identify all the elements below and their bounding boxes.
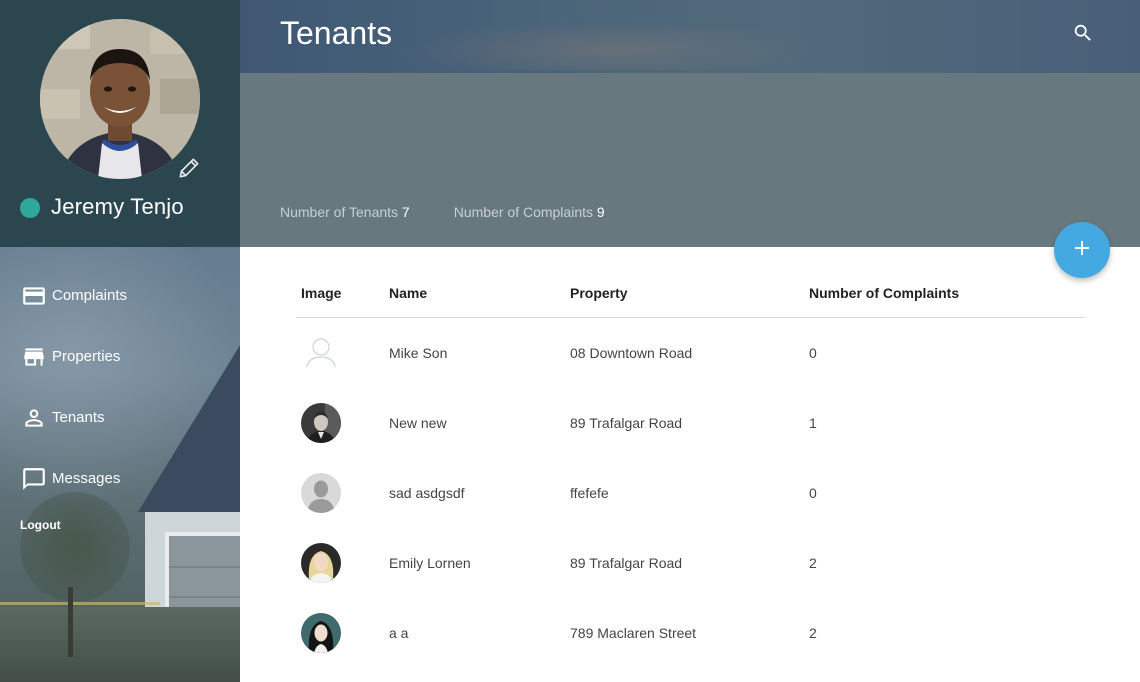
tenant-avatar-placeholder bbox=[301, 473, 341, 513]
top-bar: Tenants bbox=[240, 0, 1140, 73]
sidebar-item-tenants[interactable]: Tenants bbox=[0, 397, 240, 437]
stat-label: Number of Tenants bbox=[280, 204, 399, 220]
sidebar-item-complaints[interactable]: Complaints bbox=[0, 275, 240, 315]
search-icon[interactable] bbox=[1072, 22, 1094, 44]
logout-link[interactable]: Logout bbox=[20, 518, 61, 532]
column-header-complaints[interactable]: Number of Complaints bbox=[809, 285, 959, 301]
column-header-name[interactable]: Name bbox=[389, 285, 427, 301]
tenant-name: New new bbox=[389, 415, 447, 431]
edit-pencil-icon[interactable] bbox=[176, 155, 202, 181]
table-header: Image Name Property Number of Complaints bbox=[296, 276, 1085, 318]
sidebar-item-properties[interactable]: Properties bbox=[0, 336, 240, 376]
credit-card-icon bbox=[21, 283, 47, 309]
tenant-property: ffefefe bbox=[570, 485, 609, 501]
column-header-image[interactable]: Image bbox=[301, 285, 341, 301]
profile-panel: Jeremy Tenjo bbox=[0, 0, 240, 247]
sidebar-item-label: Complaints bbox=[52, 287, 128, 304]
stat-value: 7 bbox=[401, 204, 410, 220]
tenant-avatar-placeholder bbox=[301, 333, 341, 373]
tenant-property: 789 Maclaren Street bbox=[570, 625, 697, 641]
tenant-avatar bbox=[301, 613, 341, 653]
tenant-complaints: 0 bbox=[809, 485, 817, 501]
stat-label: Number of Complaints bbox=[453, 204, 593, 220]
column-header-property[interactable]: Property bbox=[570, 285, 628, 301]
sidebar-item-messages[interactable]: Messages bbox=[0, 458, 240, 498]
table-row[interactable]: sad asdgsdf ffefefe 0 bbox=[296, 458, 1085, 528]
message-icon bbox=[21, 466, 47, 492]
page-title: Tenants bbox=[280, 15, 393, 51]
tenant-property: 89 Trafalgar Road bbox=[570, 555, 683, 571]
table-row[interactable]: a a 789 Maclaren Street 2 bbox=[296, 598, 1085, 668]
sidebar-item-label: Messages bbox=[52, 470, 121, 487]
table-row[interactable]: Emily Lornen 89 Trafalgar Road 2 bbox=[296, 528, 1085, 598]
tenant-avatar bbox=[301, 543, 341, 583]
add-tenant-button[interactable] bbox=[1054, 222, 1110, 278]
table-row[interactable]: New new 89 Trafalgar Road 1 bbox=[296, 388, 1085, 458]
sidebar: Jeremy Tenjo Complaints Properties Tenan… bbox=[0, 0, 240, 682]
tenant-complaints: 1 bbox=[809, 415, 817, 431]
person-icon bbox=[21, 405, 47, 431]
store-icon bbox=[21, 344, 47, 370]
tenant-name: sad asdgsdf bbox=[389, 485, 465, 501]
tenant-complaints: 2 bbox=[809, 625, 817, 641]
tenant-name: a a bbox=[389, 625, 409, 641]
tenant-property: 08 Downtown Road bbox=[570, 345, 693, 361]
stats-bar: Number of Tenants 7 Number of Complaints… bbox=[280, 204, 649, 220]
table-row[interactable]: Mike Son 08 Downtown Road 0 bbox=[296, 318, 1085, 388]
sidebar-item-label: Tenants bbox=[52, 409, 105, 426]
sidebar-item-label: Properties bbox=[52, 348, 121, 365]
stat-value: 9 bbox=[596, 204, 605, 220]
plus-icon bbox=[1072, 238, 1092, 263]
tenants-count-stat: Number of Tenants 7 bbox=[280, 204, 410, 220]
tenants-table: Image Name Property Number of Complaints… bbox=[296, 276, 1085, 668]
online-status-dot bbox=[20, 198, 40, 218]
tenant-avatar bbox=[301, 403, 341, 443]
tenant-complaints: 0 bbox=[809, 345, 817, 361]
page-header: Tenants Number of Tenants 7 Number of Co… bbox=[240, 0, 1140, 247]
complaints-count-stat: Number of Complaints 9 bbox=[454, 204, 605, 220]
tenant-complaints: 2 bbox=[809, 555, 817, 571]
tenant-name: Mike Son bbox=[389, 345, 448, 361]
tenant-property: 89 Trafalgar Road bbox=[570, 415, 683, 431]
user-name: Jeremy Tenjo bbox=[51, 194, 184, 219]
tenant-name: Emily Lornen bbox=[389, 555, 471, 571]
